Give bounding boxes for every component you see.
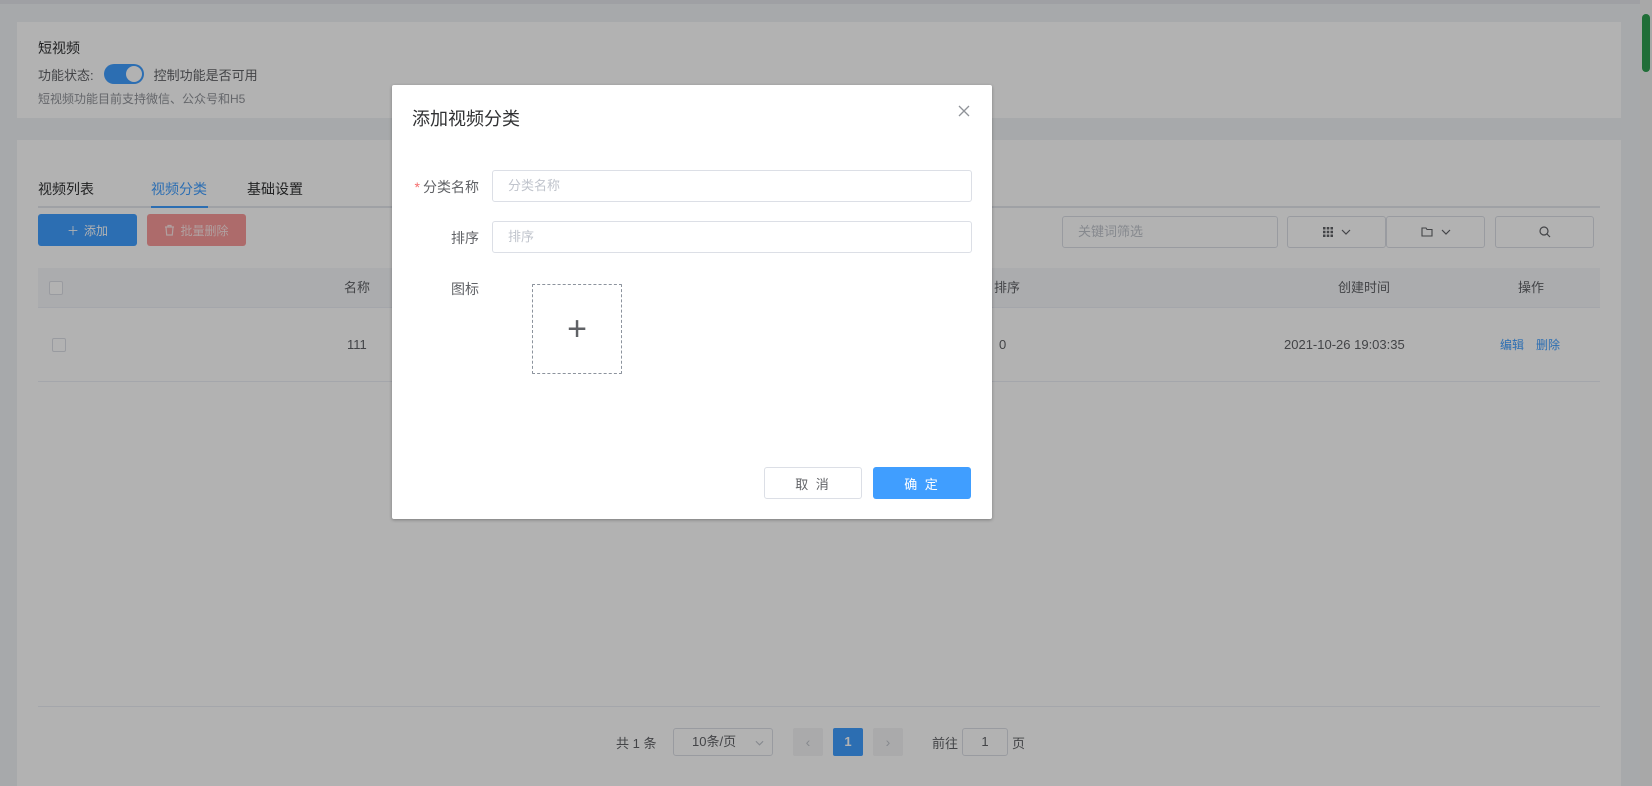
category-name-label: * 分类名称 — [409, 177, 479, 197]
cancel-button[interactable]: 取 消 — [764, 467, 862, 499]
sort-label: 排序 — [451, 230, 479, 246]
close-icon[interactable] — [956, 103, 972, 119]
icon-uploader[interactable]: + — [532, 284, 622, 374]
category-name-input[interactable]: 分类名称 — [492, 170, 972, 202]
confirm-button[interactable]: 确 定 — [873, 467, 971, 499]
sort-input[interactable]: 排序 — [492, 221, 972, 253]
add-category-dialog: 添加视频分类 * 分类名称 分类名称 排序 排序 图标 + 取 消 确 定 — [392, 85, 992, 519]
required-marker: * — [414, 179, 420, 195]
category-name-label-text: 分类名称 — [423, 179, 479, 195]
plus-icon: + — [567, 310, 587, 348]
dialog-title: 添加视频分类 — [412, 109, 520, 129]
icon-label: 图标 — [451, 281, 479, 297]
